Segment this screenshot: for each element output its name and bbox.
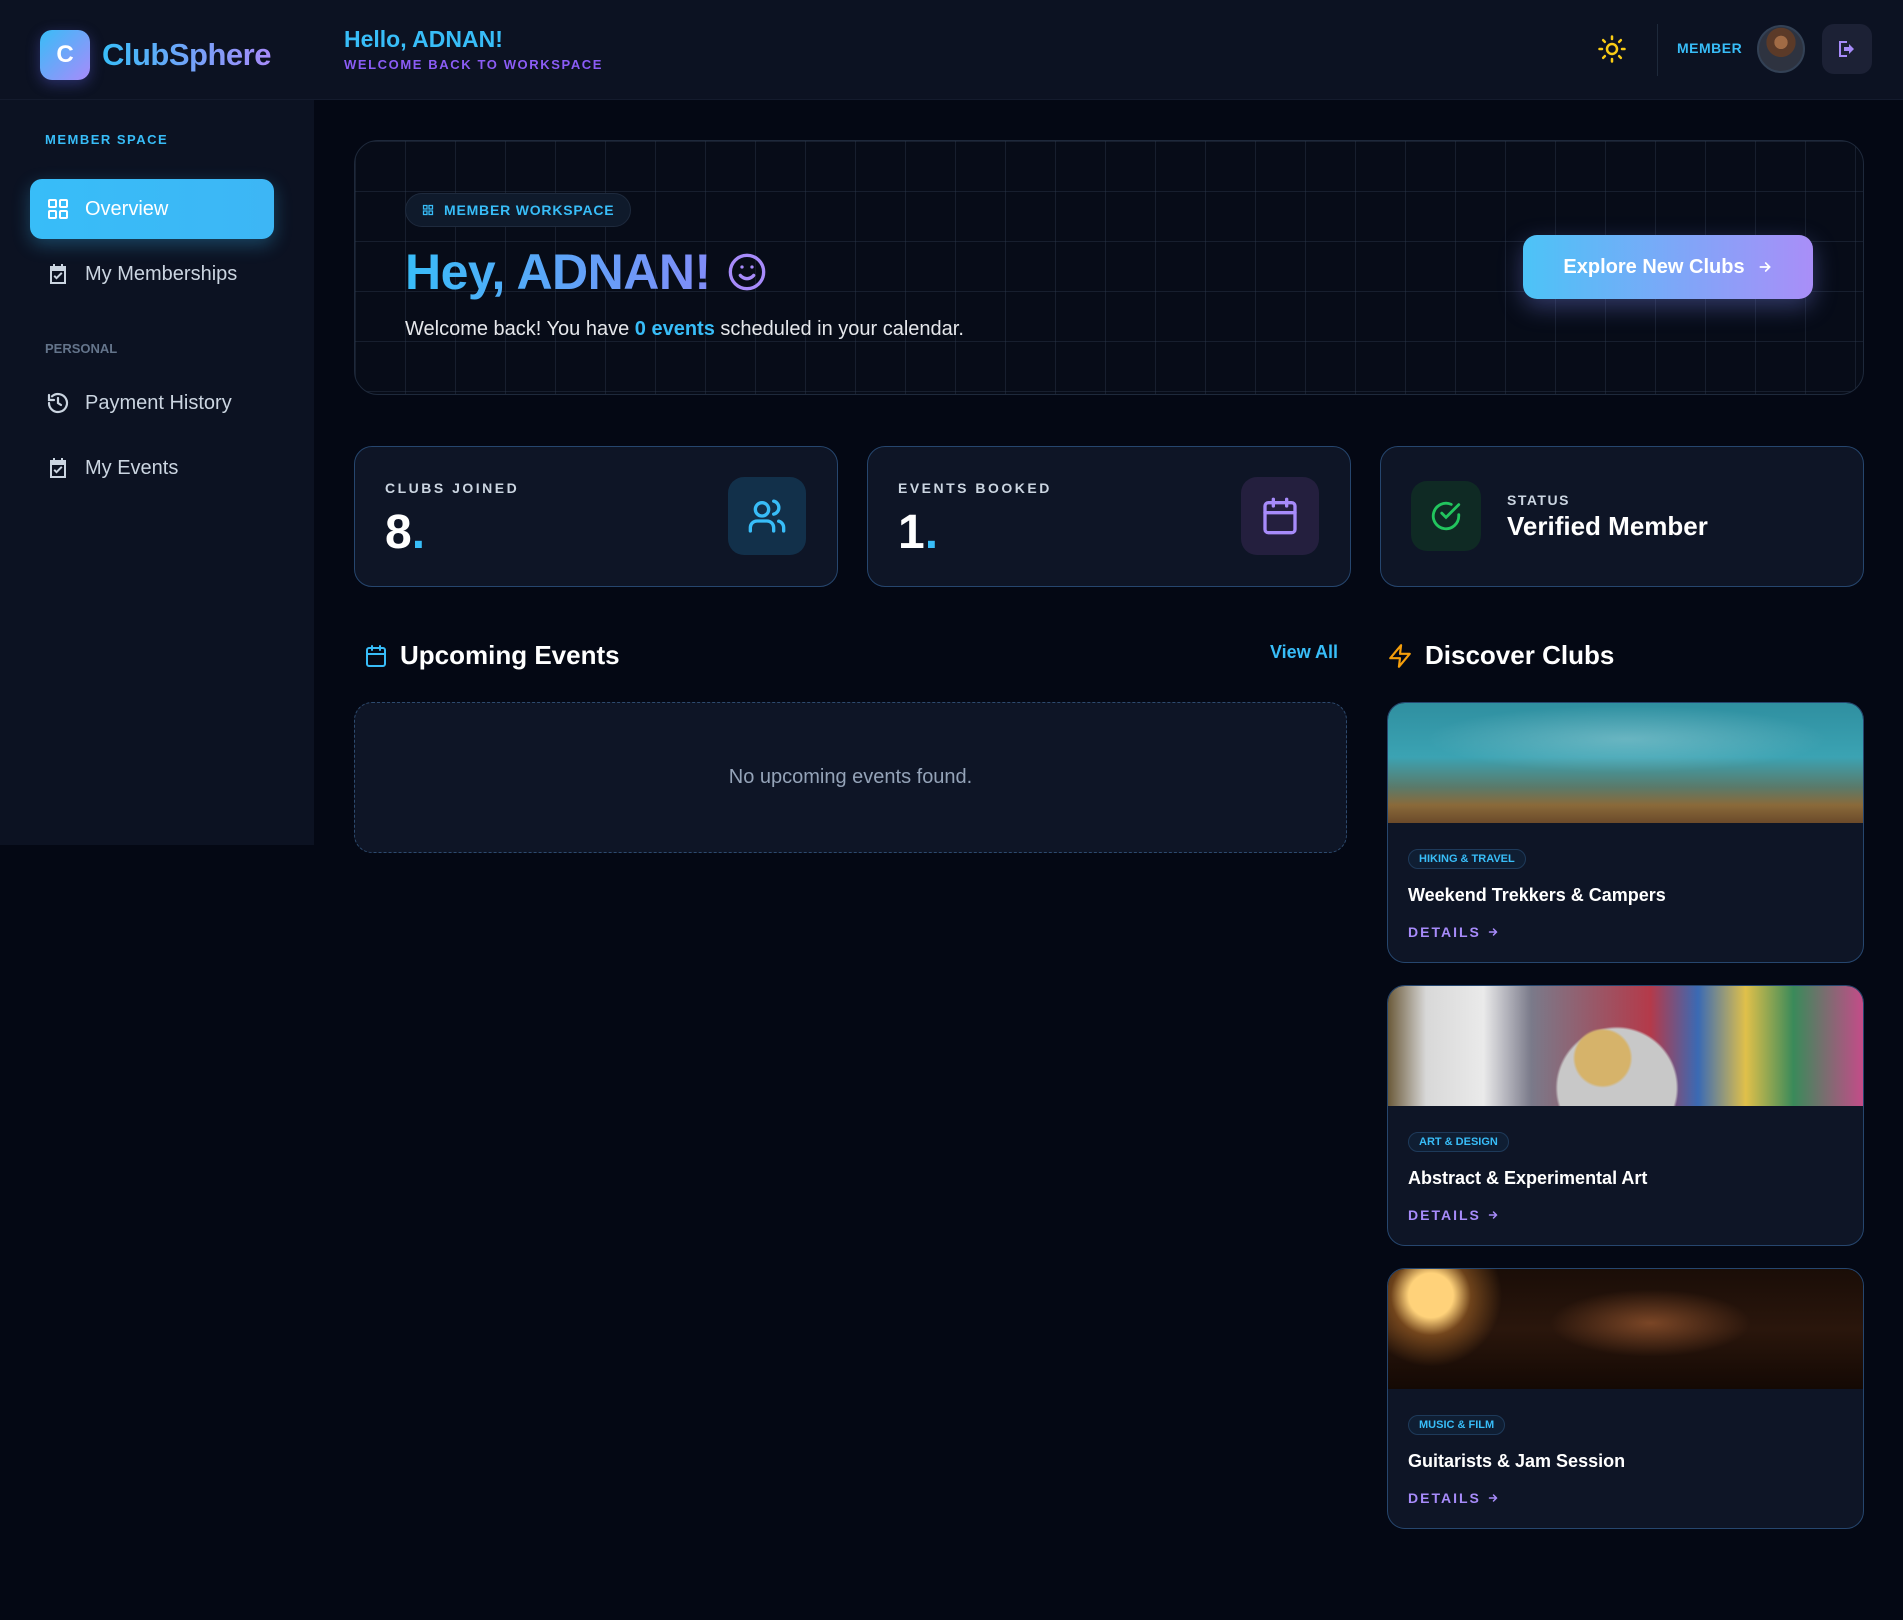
arrow-right-icon (1487, 1209, 1499, 1221)
explore-clubs-label: Explore New Clubs (1563, 255, 1745, 278)
grid-icon (422, 204, 434, 216)
sidebar-item-memberships[interactable]: My Memberships (30, 244, 274, 304)
arrow-right-icon (1487, 1492, 1499, 1504)
history-icon (45, 390, 71, 416)
logout-icon (1835, 37, 1859, 61)
sidebar-item-label: My Memberships (85, 262, 238, 285)
club-details-link[interactable]: DETAILS (1408, 924, 1499, 940)
grid-icon (45, 196, 71, 222)
hero-title: Hey, ADNAN! (405, 243, 767, 301)
sidebar-section-personal: PERSONAL (45, 341, 118, 356)
club-category-tag: MUSIC & FILM (1408, 1415, 1506, 1435)
club-details-link[interactable]: DETAILS (1408, 1207, 1499, 1223)
sidebar: MEMBER SPACE Overview My Memberships PER… (0, 100, 314, 845)
club-category-tag: ART & DESIGN (1408, 1132, 1509, 1152)
users-icon (728, 477, 806, 555)
brand-logo[interactable]: C ClubSphere (40, 30, 271, 80)
hero-text-after: scheduled in your calendar. (714, 318, 964, 340)
stat-dot: . (924, 506, 939, 559)
smile-icon (727, 252, 767, 292)
stat-number: 1 (898, 506, 925, 559)
stat-number: 8 (385, 506, 412, 559)
stat-card-status: STATUS Verified Member (1380, 446, 1864, 587)
calendar-check-icon (45, 261, 71, 287)
club-card[interactable]: MUSIC & FILM Guitarists & Jam Session DE… (1387, 1268, 1864, 1529)
check-circle-icon (1411, 481, 1481, 551)
stat-label: EVENTS BOOKED (898, 480, 1052, 496)
club-card[interactable]: ART & DESIGN Abstract & Experimental Art… (1387, 985, 1864, 1246)
club-image (1388, 703, 1863, 823)
upcoming-events-empty: No upcoming events found. (354, 702, 1347, 853)
calendar-icon (1241, 477, 1319, 555)
hero-text-before: Welcome back! You have (405, 318, 635, 340)
header-divider (1657, 24, 1658, 76)
stat-value: 1. (898, 505, 938, 560)
stat-value: 8. (385, 505, 425, 560)
greeting-subtitle: WELCOME BACK TO WORKSPACE (344, 57, 604, 72)
arrow-right-icon (1757, 259, 1773, 275)
stat-card-events: EVENTS BOOKED 1. (867, 446, 1351, 587)
club-image (1388, 986, 1863, 1106)
stat-label: CLUBS JOINED (385, 480, 520, 496)
status-value: Verified Member (1507, 511, 1708, 541)
greeting-title: Hello, ADNAN! (344, 26, 503, 52)
club-name: Weekend Trekkers & Campers (1408, 885, 1666, 905)
header-greeting: Hello, ADNAN! WELCOME BACK TO WORKSPACE (344, 26, 603, 72)
club-card[interactable]: HIKING & TRAVEL Weekend Trekkers & Campe… (1387, 702, 1864, 963)
status-label: STATUS (1507, 492, 1570, 508)
details-label: DETAILS (1408, 924, 1481, 940)
hero-title-text: Hey, ADNAN! (405, 244, 711, 300)
discover-clubs-header: Discover Clubs (1387, 640, 1614, 671)
discover-clubs-title: Discover Clubs (1425, 640, 1615, 670)
sidebar-item-overview[interactable]: Overview (30, 179, 274, 239)
workspace-pill: MEMBER WORKSPACE (405, 193, 632, 227)
sidebar-item-label: My Events (85, 456, 179, 479)
calendar-check-icon (45, 455, 71, 481)
club-name: Guitarists & Jam Session (1408, 1451, 1626, 1471)
explore-clubs-button[interactable]: Explore New Clubs (1523, 235, 1813, 299)
club-name: Abstract & Experimental Art (1408, 1168, 1648, 1188)
avatar[interactable] (1757, 25, 1805, 73)
logout-button[interactable] (1822, 24, 1872, 74)
sidebar-item-label: Overview (85, 197, 169, 220)
club-category-tag: HIKING & TRAVEL (1408, 849, 1526, 869)
sidebar-item-my-events[interactable]: My Events (30, 438, 274, 498)
details-label: DETAILS (1408, 1207, 1481, 1223)
club-details-link[interactable]: DETAILS (1408, 1490, 1499, 1506)
top-bar: C ClubSphere Hello, ADNAN! WELCOME BACK … (0, 0, 1903, 100)
arrow-right-icon (1487, 926, 1499, 938)
view-all-link[interactable]: View All (1270, 642, 1338, 663)
hero-message: Welcome back! You have 0 events schedule… (405, 318, 964, 341)
workspace-pill-label: MEMBER WORKSPACE (444, 202, 615, 218)
upcoming-events-title: Upcoming Events (400, 640, 620, 670)
events-count-highlight: 0 events (634, 318, 715, 340)
sidebar-item-label: Payment History (85, 391, 232, 414)
sidebar-item-payment-history[interactable]: Payment History (30, 373, 274, 433)
sidebar-section-member: MEMBER SPACE (45, 132, 169, 147)
upcoming-events-header: Upcoming Events (364, 640, 620, 671)
details-label: DETAILS (1408, 1490, 1481, 1506)
club-image (1388, 1269, 1863, 1389)
sun-icon[interactable] (1597, 34, 1627, 64)
stat-dot: . (411, 506, 426, 559)
calendar-icon (364, 644, 388, 668)
role-badge: MEMBER (1677, 40, 1743, 56)
stat-card-clubs: CLUBS JOINED 8. (354, 446, 838, 587)
brand-name: ClubSphere (102, 37, 271, 72)
lightning-icon (1387, 643, 1413, 669)
logo-mark: C (40, 30, 90, 80)
hero-banner: MEMBER WORKSPACE Hey, ADNAN! Welcome bac… (354, 140, 1864, 395)
